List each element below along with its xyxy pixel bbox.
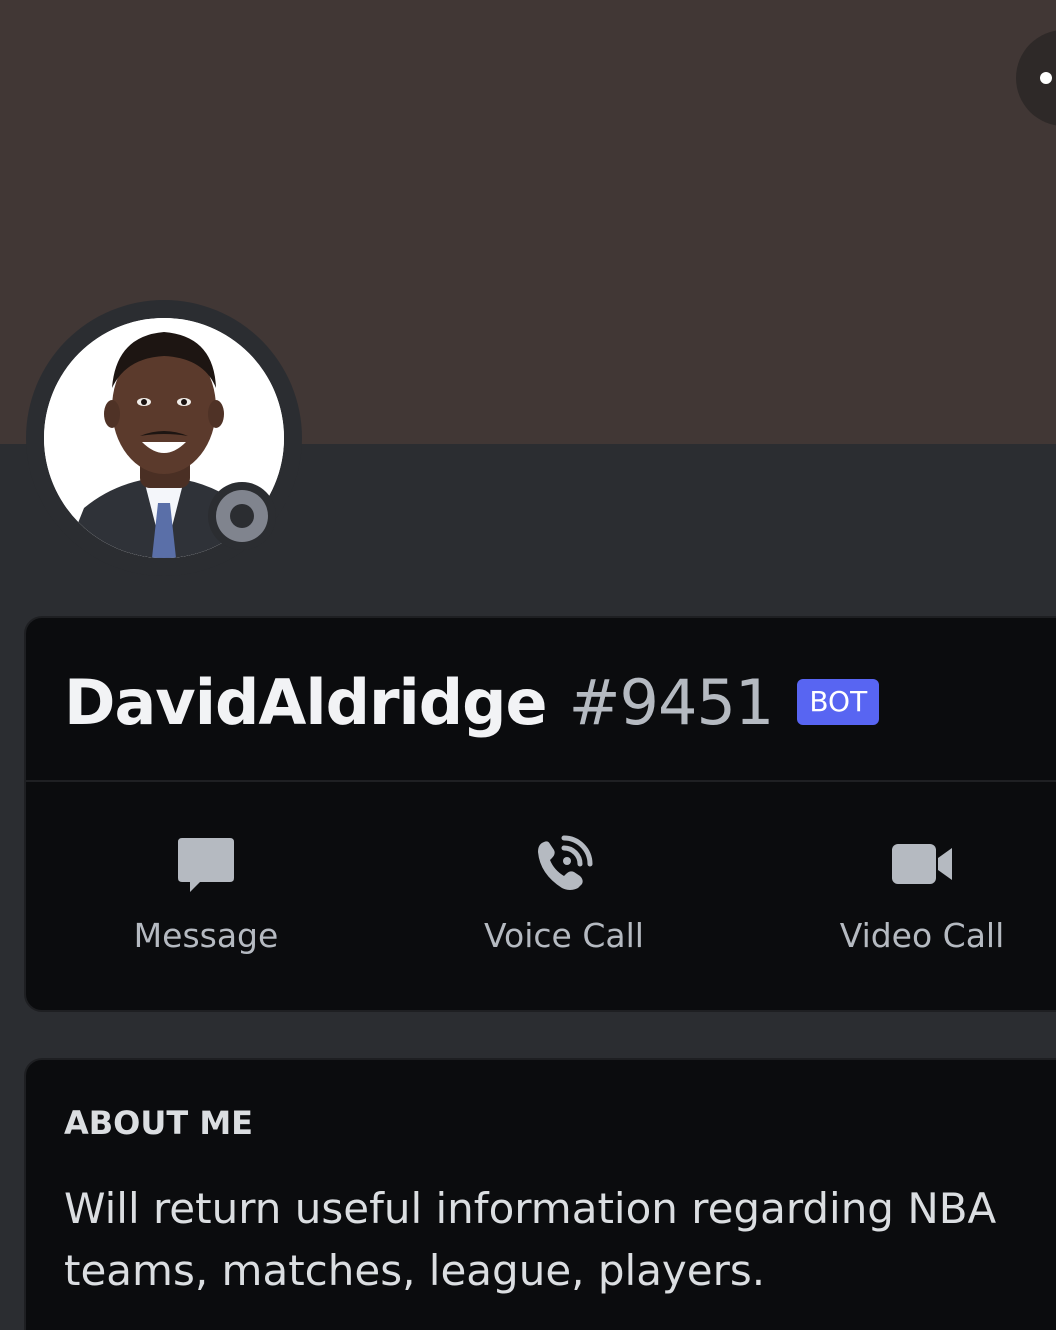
more-options-icon [1040, 72, 1052, 84]
username[interactable]: DavidAldridge [64, 666, 548, 739]
bot-badge: BOT [797, 679, 880, 725]
video-camera-icon [892, 844, 952, 884]
phone-call-icon [538, 835, 593, 890]
video-call-button[interactable]: Video Call [772, 782, 1056, 1012]
message-button[interactable]: Message [56, 782, 356, 1012]
about-me-text: Will return useful information regarding… [64, 1184, 997, 1295]
voice-call-button[interactable]: Voice Call [414, 782, 714, 1012]
name-row: DavidAldridge #9451 BOT [64, 662, 880, 742]
video-call-label: Video Call [839, 916, 1005, 955]
chat-bubble-icon [178, 838, 234, 892]
user-info-card: DavidAldridge #9451 BOT Message Voice Ca… [24, 616, 1056, 1012]
about-me-card: ABOUT ME Will return useful information … [24, 1058, 1056, 1330]
profile-page: DavidAldridge #9451 BOT Message Voice Ca… [0, 0, 1056, 1330]
message-label: Message [133, 916, 279, 955]
voice-call-label: Voice Call [484, 916, 644, 955]
discriminator: #9451 [568, 665, 775, 739]
offline-status-icon [216, 490, 268, 542]
about-me-heading: ABOUT ME [64, 1104, 254, 1142]
action-bar: Message Voice Call Video Call [26, 782, 1056, 1012]
